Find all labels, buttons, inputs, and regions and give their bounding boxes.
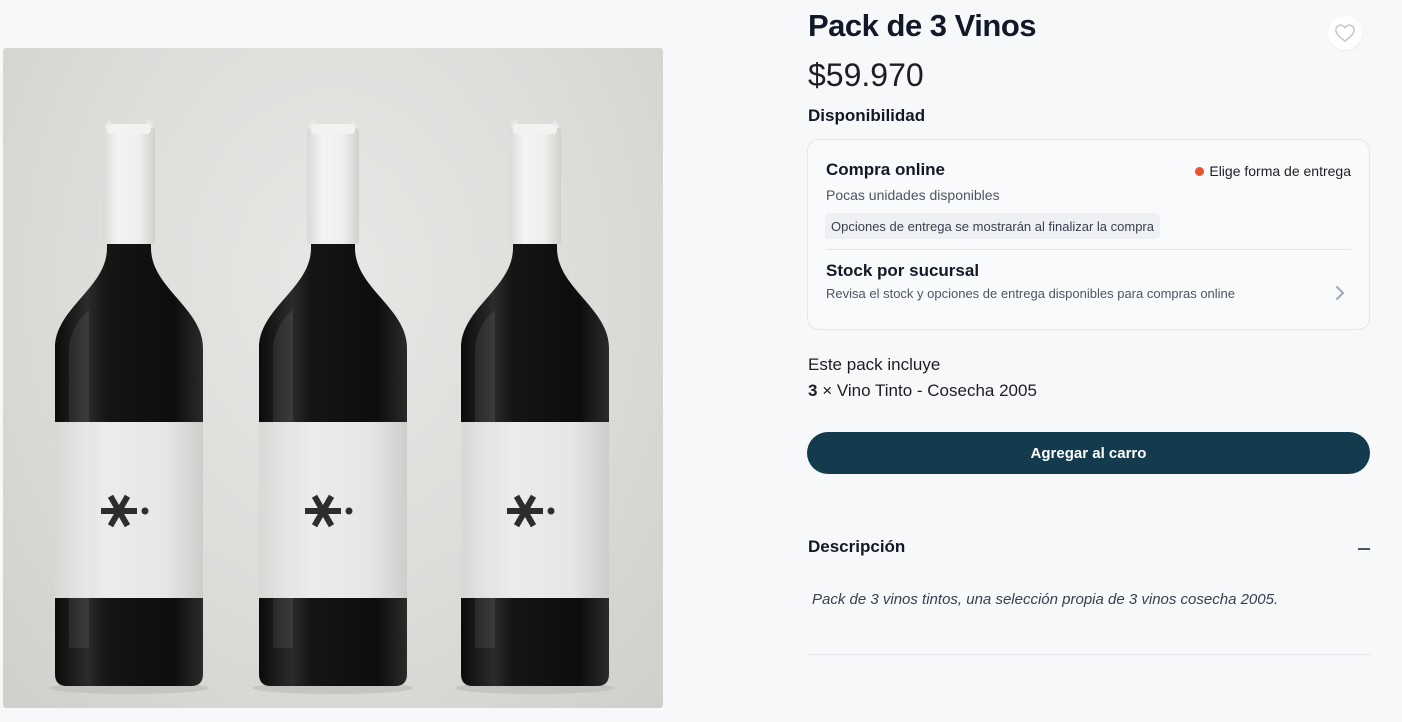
store-stock-title: Stock por sucursal [826,261,980,280]
chevron-right-icon [1336,286,1344,300]
pack-item-label: × Vino Tinto - Cosecha 2005 [822,381,1037,400]
online-stock-note: Pocas unidades disponibles [826,187,1000,203]
divider [807,654,1370,655]
availability-card: Compra online Elige forma de entrega Poc… [807,139,1370,330]
favorite-button[interactable] [1328,16,1362,50]
description-title: Descripción [808,537,906,556]
product-title: Pack de 3 Vinos [808,8,1037,43]
product-image[interactable] [3,48,663,708]
heart-outline-icon [1335,24,1355,43]
delivery-status-label: Elige forma de entrega [1209,163,1351,179]
product-price: $59.970 [808,57,924,93]
pack-item: 3 × Vino Tinto - Cosecha 2005 [808,381,1037,401]
product-page: Pack de 3 Vinos $59.970 Disponibilidad C… [0,0,1402,722]
description-text: Pack de 3 vinos tintos, una selección pr… [812,591,1279,608]
availability-heading: Disponibilidad [808,106,926,125]
delivery-status: Elige forma de entrega [1195,163,1351,179]
delivery-options-note: Opciones de entrega se mostrarán al fina… [825,213,1160,239]
add-to-cart-button[interactable]: Agregar al carro [807,432,1370,474]
online-purchase-title: Compra online [826,160,946,179]
description-toggle[interactable]: Descripción [808,537,1370,561]
status-dot-icon [1195,166,1205,176]
wine-bottles-illustration [49,120,615,694]
minus-icon [1358,548,1370,550]
store-stock-row[interactable]: Stock por sucursal Revisa el stock y opc… [808,250,1369,330]
pack-item-quantity: 3 [808,381,818,400]
pack-includes-heading: Este pack incluye [808,355,941,374]
store-stock-description: Revisa el stock y opciones de entrega di… [826,286,1236,301]
